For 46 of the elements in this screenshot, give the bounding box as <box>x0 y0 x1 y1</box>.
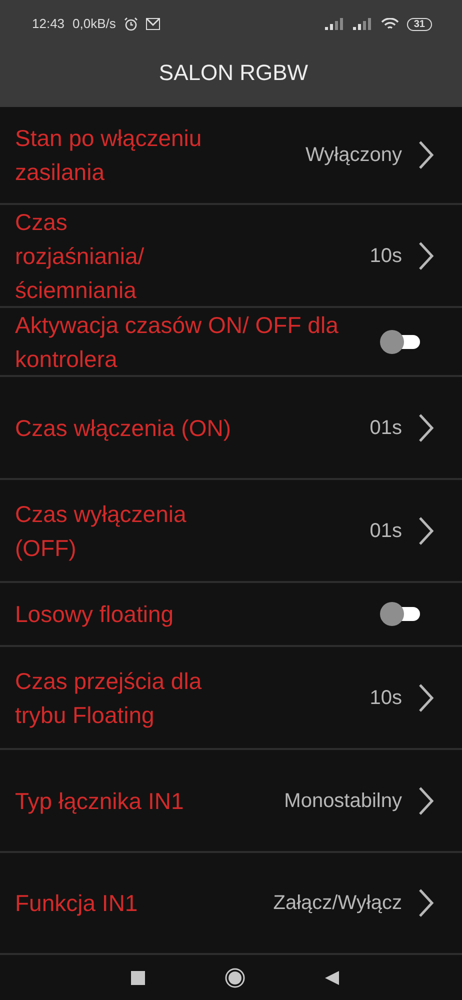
alarm-icon <box>124 17 138 31</box>
setting-row[interactable]: Czas rozjaśniania/ ściemniania 10s <box>0 205 462 308</box>
chevron-right-icon <box>418 412 434 442</box>
network-speed: 0,0kB/s <box>72 15 116 34</box>
setting-value: 01s <box>370 416 402 440</box>
setting-label: Funkcja IN1 <box>15 889 138 918</box>
setting-label: Czas włączenia (ON) <box>15 414 231 443</box>
setting-row[interactable]: Funkcja IN1 Załącz/Wyłącz <box>0 853 462 955</box>
setting-value: Monostabilny <box>284 788 402 814</box>
setting-row[interactable]: Aktywacja czasów ON/ OFF dla kontrolera <box>0 308 462 377</box>
setting-value: Załącz/Wyłącz <box>273 891 402 916</box>
toggle-switch[interactable] <box>380 602 420 626</box>
chevron-right-icon <box>418 516 434 546</box>
setting-value: 10s <box>370 244 402 268</box>
setting-label: Aktywacja czasów ON/ OFF dla kontrolera <box>15 310 340 374</box>
chevron-right-icon <box>418 888 434 918</box>
setting-label: Stan po włączeniu zasilania <box>15 124 203 187</box>
recents-icon[interactable] <box>131 970 145 984</box>
setting-label: Czas rozjaśniania/ ściemniania <box>15 208 146 304</box>
setting-row[interactable]: Losowy floating <box>0 583 462 647</box>
chevron-right-icon <box>418 786 434 816</box>
chevron-right-icon <box>418 682 434 712</box>
wifi-icon <box>380 18 399 30</box>
screen-title: SALON RGBW <box>158 60 308 85</box>
status-time: 12:43 <box>32 15 65 34</box>
setting-value: 10s <box>370 686 402 710</box>
setting-row[interactable]: Stan po włączeniu zasilania Wyłączony <box>0 107 462 205</box>
setting-row[interactable]: Typ łącznika IN1 Monostabilny <box>0 750 462 853</box>
setting-label: Czas wyłączenia (OFF) <box>15 500 188 563</box>
setting-label: Losowy floating <box>15 600 174 629</box>
setting-row[interactable]: Czas wyłączenia (OFF) 01s <box>0 480 462 583</box>
signal-icon <box>324 18 345 30</box>
signal-icon <box>352 18 373 30</box>
setting-value: Wyłączony <box>305 143 402 168</box>
setting-row[interactable]: Czas włączenia (ON) 01s <box>0 377 462 480</box>
setting-row[interactable]: Czas przejścia dla trybu Floating 10s <box>0 647 462 750</box>
setting-value: 01s <box>370 518 402 544</box>
setting-label: Czas przejścia dla trybu Floating <box>15 666 203 730</box>
chevron-right-icon <box>418 140 434 170</box>
home-icon[interactable] <box>225 968 245 988</box>
toggle-switch[interactable] <box>380 330 420 354</box>
mail-icon <box>146 18 160 30</box>
back-icon[interactable] <box>325 970 339 984</box>
battery-icon: 31 <box>406 18 432 30</box>
setting-label: Typ łącznika IN1 <box>15 786 184 816</box>
chevron-right-icon <box>418 240 434 270</box>
